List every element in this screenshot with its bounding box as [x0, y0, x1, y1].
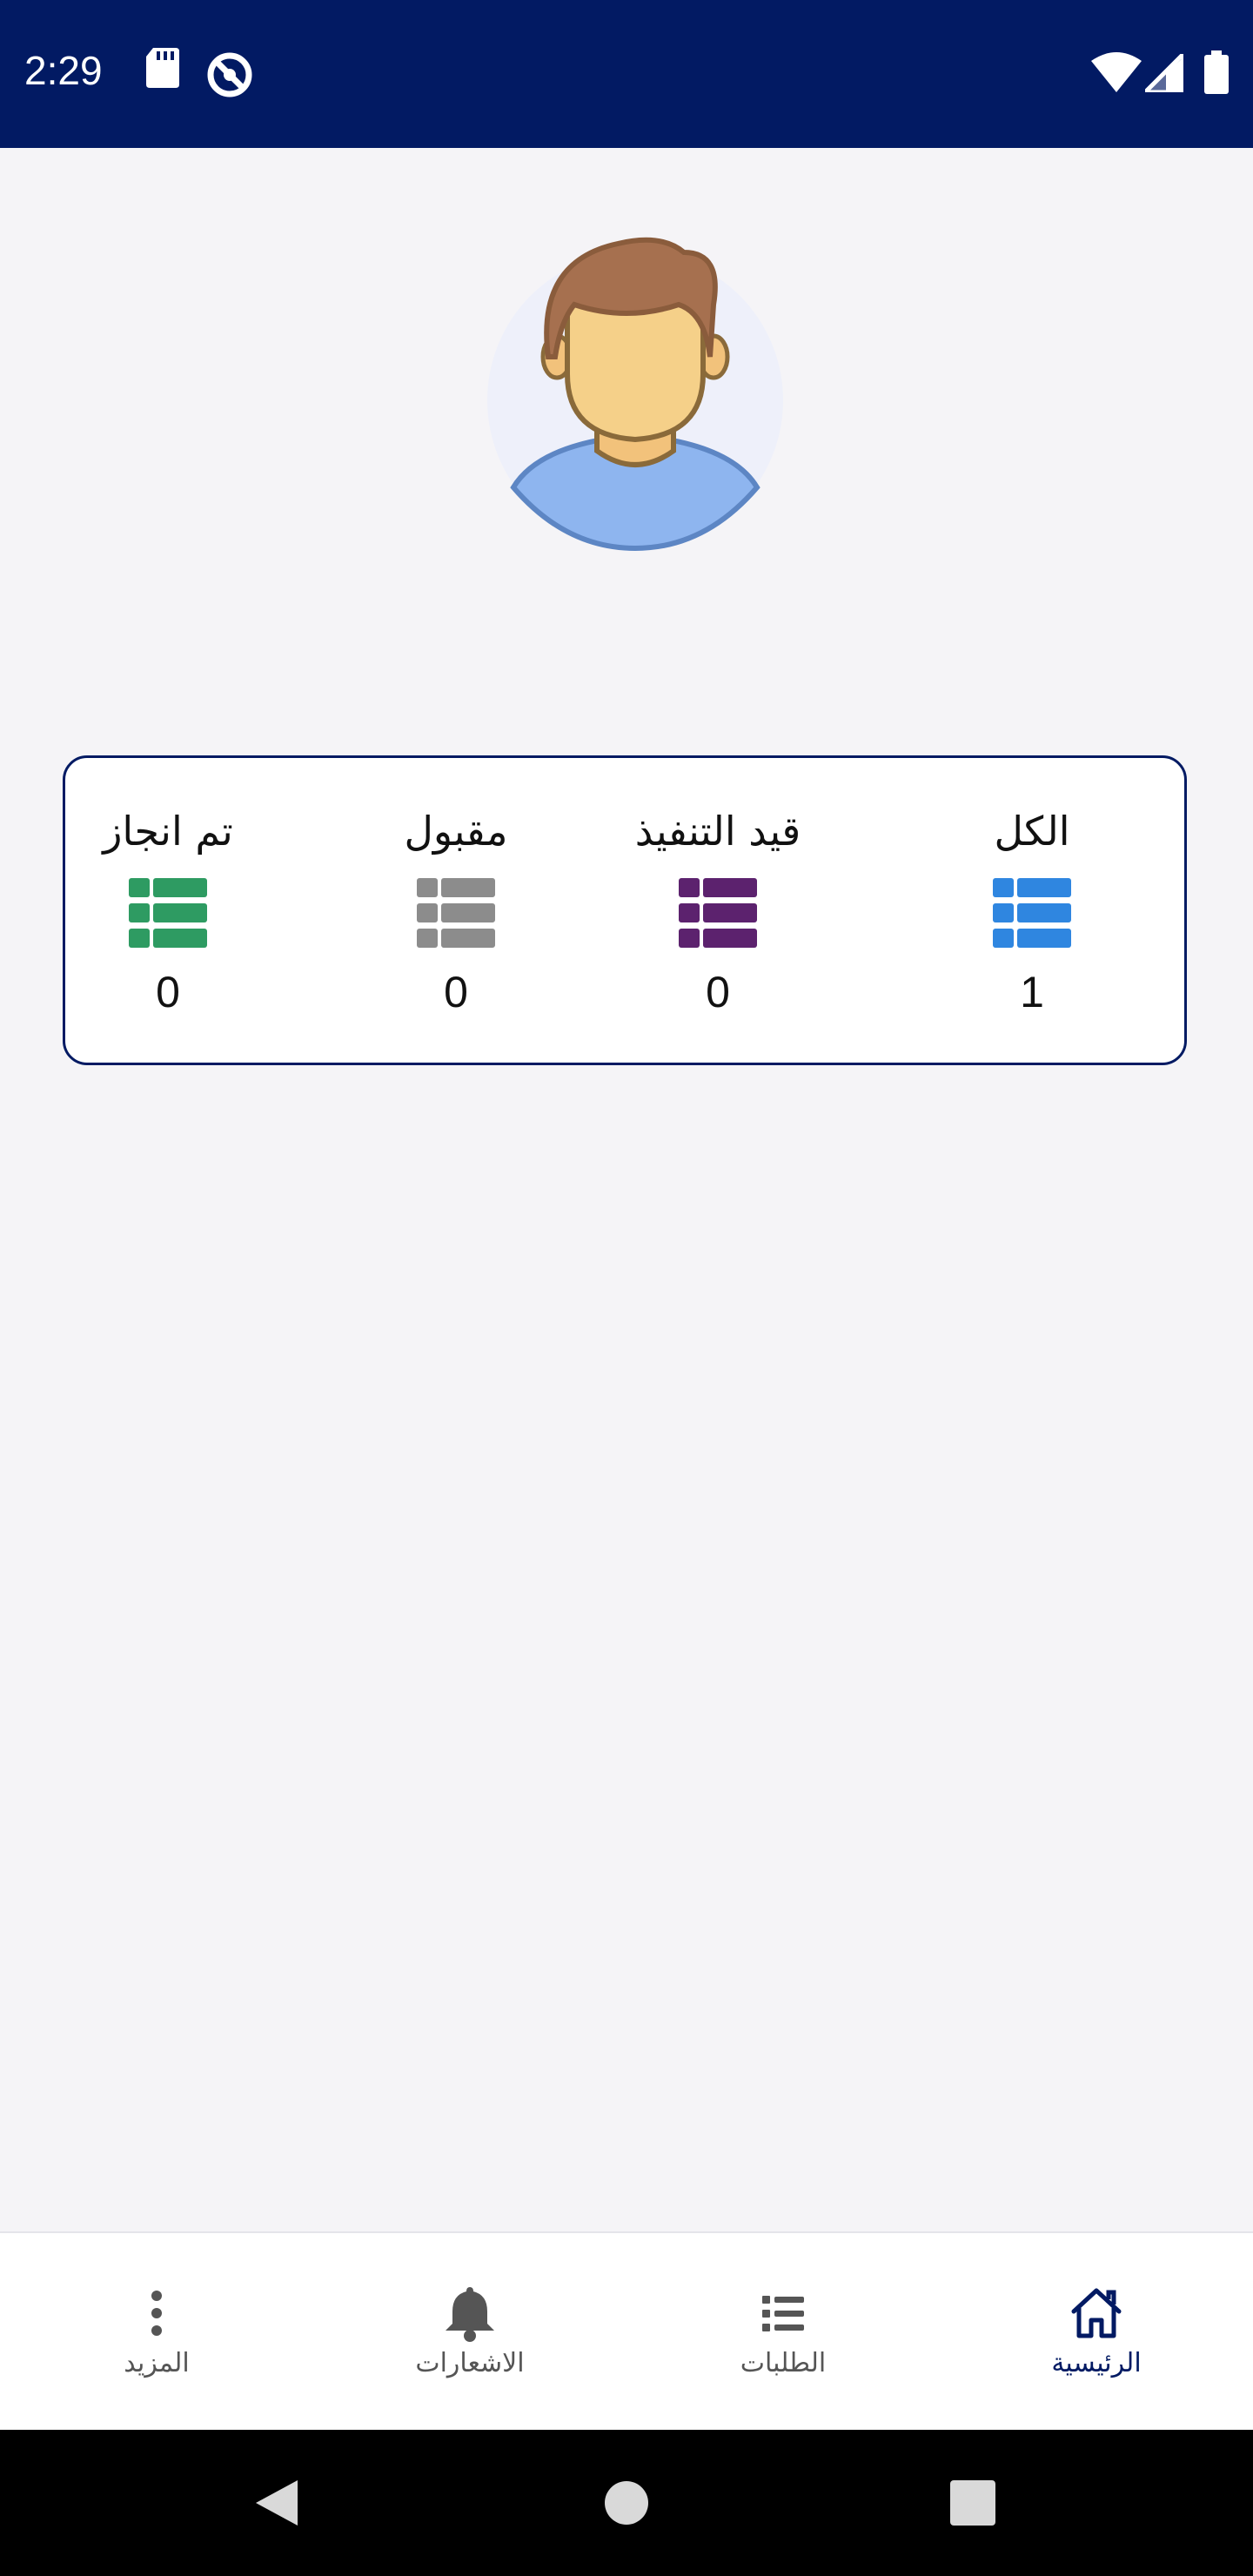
- stat-completed[interactable]: تم انجاز 0: [46, 758, 290, 1068]
- back-icon[interactable]: [252, 2477, 301, 2529]
- recents-icon[interactable]: [950, 2480, 995, 2526]
- system-navigation-bar: [0, 2430, 1253, 2576]
- home-circle-icon[interactable]: [604, 2480, 649, 2526]
- stat-accepted[interactable]: مقبول 0: [334, 758, 578, 1068]
- orders-stats-card: الكل 1 قيد التنفيذ 0 مقبول 0 تم انجاز 0: [63, 755, 1187, 1065]
- stat-completed-count: 0: [156, 968, 180, 1016]
- nav-label-notifications: الاشعارات: [415, 2348, 525, 2378]
- table-list-icon: [417, 878, 495, 948]
- stat-in-progress[interactable]: قيد التنفيذ 0: [596, 758, 840, 1068]
- status-bar: 2:29: [0, 0, 1253, 148]
- sd-card-icon: [146, 48, 179, 88]
- battery-icon: [1204, 50, 1229, 94]
- nav-item-more[interactable]: المزيد: [26, 2233, 287, 2432]
- stat-completed-label: تم انجاز: [103, 808, 233, 855]
- stat-in-progress-label: قيد التنفيذ: [634, 808, 801, 855]
- nav-item-notifications[interactable]: الاشعارات: [339, 2233, 600, 2432]
- table-list-icon: [129, 878, 207, 948]
- wifi-icon: [1091, 52, 1142, 92]
- stat-all-count: 1: [1020, 968, 1044, 1016]
- home-icon: [1071, 2288, 1122, 2338]
- stat-all-label: الكل: [994, 808, 1070, 855]
- nav-item-orders[interactable]: الطلبات: [653, 2233, 914, 2432]
- stat-accepted-label: مقبول: [404, 808, 508, 855]
- bell-icon: [446, 2287, 494, 2342]
- table-list-icon: [993, 878, 1071, 948]
- nav-label-orders: الطلبات: [740, 2348, 827, 2378]
- more-vertical-icon: [151, 2291, 162, 2336]
- data-saver-icon: [207, 52, 252, 97]
- nav-label-more: المزيد: [124, 2348, 190, 2378]
- table-list-icon: [679, 878, 757, 948]
- stat-accepted-count: 0: [444, 968, 468, 1016]
- cellular-signal-icon: [1145, 54, 1183, 92]
- stat-all[interactable]: الكل 1: [910, 758, 1154, 1068]
- user-avatar-icon: [487, 237, 783, 552]
- list-icon: [762, 2296, 804, 2331]
- nav-item-home[interactable]: الرئيسية: [966, 2233, 1227, 2432]
- bottom-navigation: الرئيسية الطلبات الاشعارات المزيد: [0, 2231, 1253, 2432]
- status-time: 2:29: [24, 48, 103, 93]
- nav-label-home: الرئيسية: [1051, 2348, 1142, 2378]
- stat-in-progress-count: 0: [706, 968, 730, 1016]
